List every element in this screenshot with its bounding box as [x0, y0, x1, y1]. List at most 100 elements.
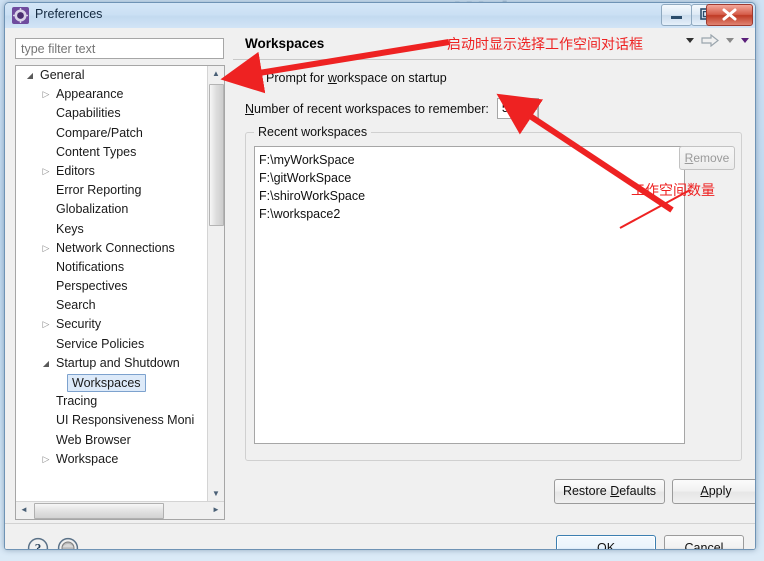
tree-item-label: Keys	[56, 221, 84, 236]
recent-workspaces-list[interactable]: F:\myWorkSpace F:\gitWorkSpace F:\shiroWor…	[254, 146, 685, 444]
tree-item-label: Capabilities	[56, 106, 121, 121]
twisty-collapsed-icon[interactable]: ▷	[39, 450, 53, 469]
tree-vertical-scrollbar[interactable]: ▲ ▼	[207, 66, 224, 502]
tree-item-globalization[interactable]: Globalization	[16, 200, 209, 219]
tree-item-editors[interactable]: ▷ Editors	[16, 162, 209, 181]
tree-item-label: Web Browser	[56, 432, 131, 447]
recent-count-row: Number of recent workspaces to remember:…	[245, 98, 539, 119]
workspace-list-item[interactable]: F:\shiroWorkSpace	[259, 187, 684, 205]
tree-item-workspaces[interactable]: Workspaces	[16, 373, 209, 392]
arrow-right-icon[interactable]	[701, 34, 719, 47]
prompt-workspace-row[interactable]: Prompt for workspace on startup	[245, 70, 447, 85]
tree-item-label: UI Responsiveness Moni	[56, 413, 195, 428]
filter-input[interactable]	[15, 38, 224, 59]
tree-item-ui-responsiveness-moni[interactable]: UI Responsiveness Moni	[16, 411, 209, 430]
restore-defaults-button[interactable]: Restore Defaults	[554, 479, 665, 504]
tree-item-compare-patch[interactable]: Compare/Patch	[16, 124, 209, 143]
page-title: Workspaces	[245, 36, 325, 51]
close-button[interactable]	[706, 4, 753, 26]
tree-item-startup-and-shutdown[interactable]: ◢ Startup and Shutdown	[16, 354, 209, 373]
chevron-down-icon[interactable]	[741, 38, 749, 43]
tree-item-notifications[interactable]: Notifications	[16, 258, 209, 277]
scroll-down-icon[interactable]: ▼	[208, 486, 224, 502]
scroll-up-icon[interactable]: ▲	[208, 66, 224, 82]
cancel-button[interactable]: Cancel	[664, 535, 744, 549]
stepper-buttons[interactable]	[519, 99, 538, 118]
twisty-collapsed-icon[interactable]: ▷	[39, 85, 53, 104]
minimize-button[interactable]	[661, 4, 692, 26]
tree-item-perspectives[interactable]: Perspectives	[16, 277, 209, 296]
tree-item-label: Tracing	[56, 394, 98, 409]
twisty-expanded-icon[interactable]: ◢	[23, 66, 37, 85]
caret-up-icon	[526, 101, 533, 106]
tree-item-search[interactable]: Search	[16, 296, 209, 315]
tree-horizontal-scrollbar[interactable]: ◄ ►	[16, 501, 224, 519]
tree-item-label: Content Types	[56, 144, 137, 159]
page-toolbar[interactable]	[686, 34, 749, 47]
ok-button[interactable]: OK	[556, 535, 656, 549]
dialog-button-bar: ? OK Cancel	[5, 524, 755, 550]
preferences-dialog: Preferences ◢General▷AppearanceCapabil	[4, 2, 756, 550]
apply-button[interactable]: Apply	[672, 479, 755, 504]
info-circle-icon[interactable]	[57, 537, 79, 549]
tree-item-label: Notifications	[56, 259, 125, 274]
scroll-right-icon[interactable]: ►	[208, 502, 224, 518]
preferences-tree[interactable]: ◢ General ▷ Appearance Capabilities Compare/P…	[16, 66, 209, 502]
caret-down-icon	[526, 111, 533, 116]
tree-item-label: Security	[56, 317, 102, 332]
twisty-expanded-icon[interactable]: ◢	[39, 354, 53, 373]
prompt-workspace-label: Prompt for workspace on startup	[266, 70, 447, 85]
prompt-workspace-checkbox[interactable]	[245, 70, 260, 85]
workspace-list-item[interactable]: F:\myWorkSpace	[259, 151, 684, 169]
recent-count-value[interactable]: 5	[498, 99, 520, 118]
twisty-collapsed-icon[interactable]: ▷	[39, 162, 53, 181]
scroll-left-icon[interactable]: ◄	[16, 502, 32, 518]
chevron-down-icon[interactable]	[726, 38, 734, 43]
tree-item-label: Error Reporting	[56, 183, 142, 198]
svg-text:?: ?	[35, 541, 42, 550]
preferences-gear-icon	[12, 7, 29, 24]
group-legend: Recent workspaces	[254, 125, 372, 139]
tree-item-general[interactable]: ◢ General	[16, 66, 209, 85]
tree-item-label: Compare/Patch	[56, 125, 143, 140]
tree-item-tracing[interactable]: Tracing	[16, 392, 209, 411]
recent-count-label: Number of recent workspaces to remember:	[245, 101, 489, 116]
recent-count-stepper[interactable]: 5	[496, 98, 539, 119]
tree-item-keys[interactable]: Keys	[16, 220, 209, 239]
tree-item-service-policies[interactable]: Service Policies	[16, 335, 209, 354]
remove-button[interactable]: Remove	[679, 146, 735, 170]
tree-item-label: Startup and Shutdown	[56, 355, 180, 370]
workspaces-page: Workspaces Prompt for workspace on start…	[233, 28, 755, 523]
tree-item-label: Search	[56, 298, 96, 313]
annotation-text-checkbox: 启动时显示选择工作空间对话框	[447, 36, 643, 52]
stepper-up-button[interactable]	[520, 99, 538, 109]
tree-item-security[interactable]: ▷ Security	[16, 315, 209, 334]
tree-item-web-browser[interactable]: Web Browser	[16, 431, 209, 450]
tree-item-label: Network Connections	[56, 240, 175, 255]
recent-workspaces-group: Recent workspaces F:\myWorkSpace F:\gitWo…	[245, 125, 742, 461]
stepper-down-button[interactable]	[520, 108, 538, 118]
workspace-list-item[interactable]: F:\gitWorkSpace	[259, 169, 684, 187]
tree-hscroll-thumb[interactable]	[34, 503, 164, 519]
tree-item-label: Workspace	[56, 451, 119, 466]
annotation-text-spinner: 工作空间数量	[631, 182, 715, 198]
tree-item-capabilities[interactable]: Capabilities	[16, 104, 209, 123]
twisty-collapsed-icon[interactable]: ▷	[39, 315, 53, 334]
dialog-title: Preferences	[35, 7, 103, 21]
tree-item-network-connections[interactable]: ▷ Network Connections	[16, 239, 209, 258]
workspace-list-item[interactable]: F:\workspace2	[259, 205, 684, 223]
tree-vscroll-thumb[interactable]	[209, 84, 224, 226]
tree-item-label: Appearance	[56, 87, 124, 102]
help-question-icon[interactable]: ?	[27, 537, 49, 550]
dialog-client-area: ◢General▷AppearanceCapabilitiesCompare/P…	[5, 28, 755, 549]
tree-item-label: Globalization	[56, 202, 129, 217]
chevron-down-icon[interactable]	[686, 38, 694, 43]
dialog-titlebar[interactable]: Preferences	[5, 3, 755, 29]
tree-item-error-reporting[interactable]: Error Reporting	[16, 181, 209, 200]
tree-item-workspace[interactable]: ▷ Workspace	[16, 450, 209, 469]
tree-item-label: Workspaces	[67, 374, 146, 392]
tree-item-label: Editors	[56, 163, 95, 178]
tree-item-appearance[interactable]: ▷ Appearance	[16, 85, 209, 104]
twisty-collapsed-icon[interactable]: ▷	[39, 239, 53, 258]
tree-item-content-types[interactable]: Content Types	[16, 143, 209, 162]
